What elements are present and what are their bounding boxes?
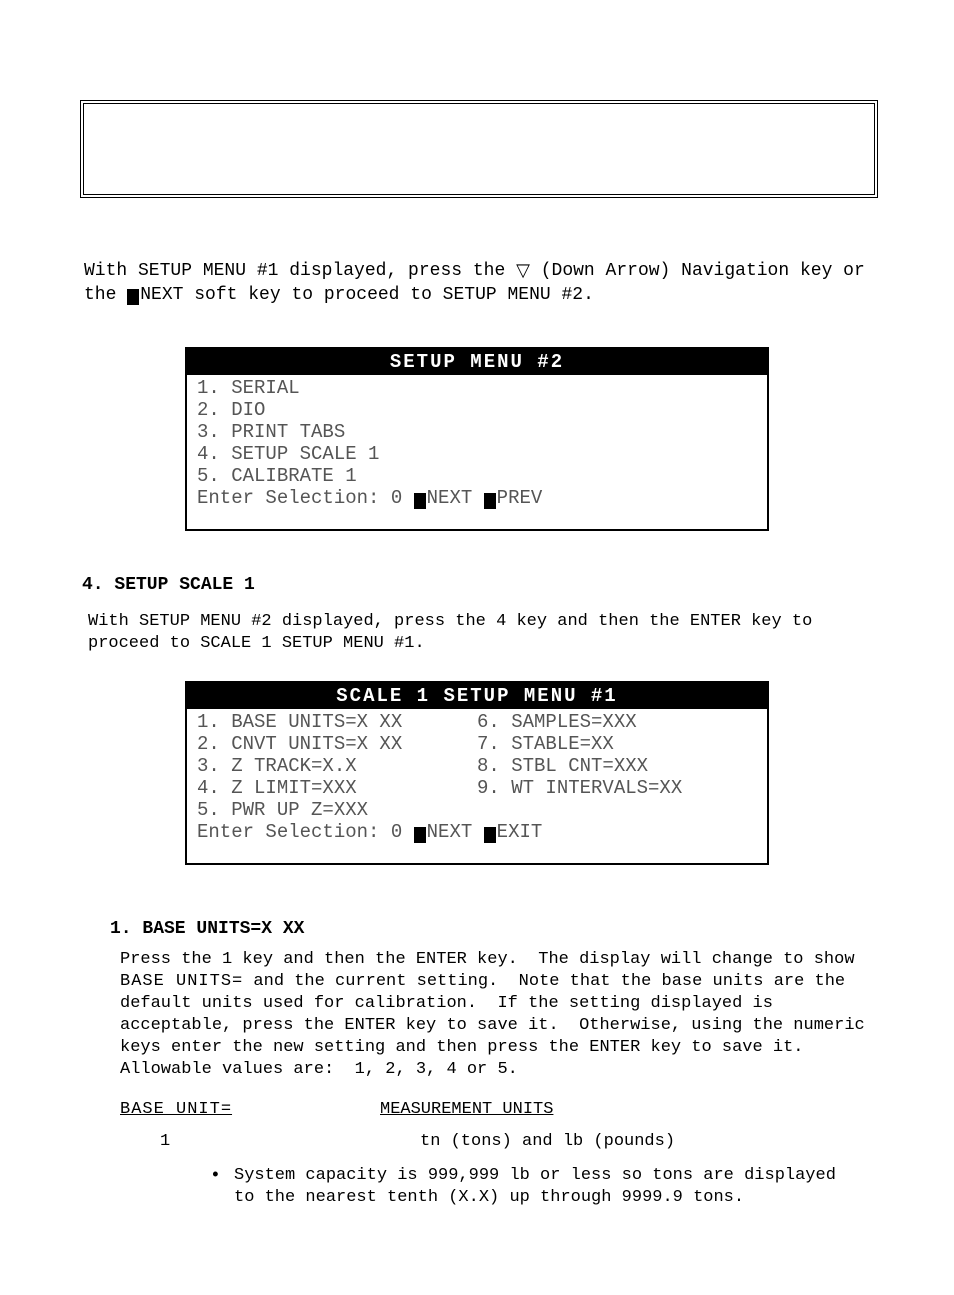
scale-1-setup-menu-screen: SCALE 1 SETUP MENU #1 1. BASE UNITS=X XX… <box>185 681 769 865</box>
intro-text-1: With SETUP MENU #1 displayed, press the <box>84 261 516 281</box>
scale1-left-item: 5. PWR UP Z=XXX <box>197 799 477 821</box>
table-cell-left: 1 <box>120 1131 420 1153</box>
bullet-text: System capacity is 999,999 lb or less so… <box>234 1165 866 1209</box>
menu2-item: 5. CALIBRATE 1 <box>197 465 757 487</box>
note-double-box <box>80 100 878 198</box>
scale1-left-item: 4. Z LIMIT=XXX <box>197 777 477 799</box>
next-softkey[interactable]: NEXT <box>414 487 473 509</box>
scale1-right-item: 6. SAMPLES=XXX <box>477 711 757 733</box>
menu2-item: 1. SERIAL <box>197 377 757 399</box>
scale1-left-item: 1. BASE UNITS=X XX <box>197 711 477 733</box>
exit-softkey[interactable]: EXIT <box>484 821 543 843</box>
prev-softkey[interactable]: PREV <box>484 487 543 509</box>
scale1-right-item: 8. STBL CNT=XXX <box>477 755 757 777</box>
item-heading: 1. BASE UNITS=X XX <box>80 901 874 943</box>
scale-1-menu-title: SCALE 1 SETUP MENU #1 <box>187 683 767 709</box>
menu2-item: 3. PRINT TABS <box>197 421 757 443</box>
scale1-left-item: 2. CNVT UNITS=X XX <box>197 733 477 755</box>
table-header-right: MEASUREMENT UNITS <box>380 1099 553 1121</box>
scale1-left-item: 3. Z TRACK=X.X <box>197 755 477 777</box>
scale1-right-item: 9. WT INTERVALS=XX <box>477 777 757 799</box>
intro-text-3: soft key to proceed to SETUP MENU #2. <box>183 285 593 305</box>
bullet-icon: • <box>210 1165 234 1209</box>
enter-selection-label: Enter Selection: <box>197 821 379 843</box>
enter-selection-value: 0 <box>391 821 402 843</box>
table-header-left: BASE UNIT= <box>120 1099 380 1121</box>
table-cell-right: tn (tons) and lb (pounds) <box>420 1131 675 1153</box>
next-softkey-icon: NEXT <box>127 283 183 307</box>
section-text: With SETUP MENU #2 displayed, press the … <box>80 605 874 661</box>
intro-paragraph: With SETUP MENU #1 displayed, press the … <box>80 258 874 327</box>
enter-selection-value: 0 <box>391 487 402 509</box>
section-heading: 4. SETUP SCALE 1 <box>80 567 874 605</box>
enter-selection-label: Enter Selection: <box>197 487 379 509</box>
scale1-right-item: 7. STABLE=XX <box>477 733 757 755</box>
item-paragraph: Press the 1 key and then the ENTER key. … <box>80 943 874 1087</box>
next-softkey[interactable]: NEXT <box>414 821 473 843</box>
menu2-item: 4. SETUP SCALE 1 <box>197 443 757 465</box>
setup-menu-2-screen: SETUP MENU #2 1. SERIAL 2. DIO 3. PRINT … <box>185 347 769 531</box>
base-units-label: BASE UNITS= <box>120 972 243 991</box>
menu2-item: 2. DIO <box>197 399 757 421</box>
triangle-down-icon: ▽ <box>516 258 530 282</box>
setup-menu-2-title: SETUP MENU #2 <box>187 349 767 375</box>
